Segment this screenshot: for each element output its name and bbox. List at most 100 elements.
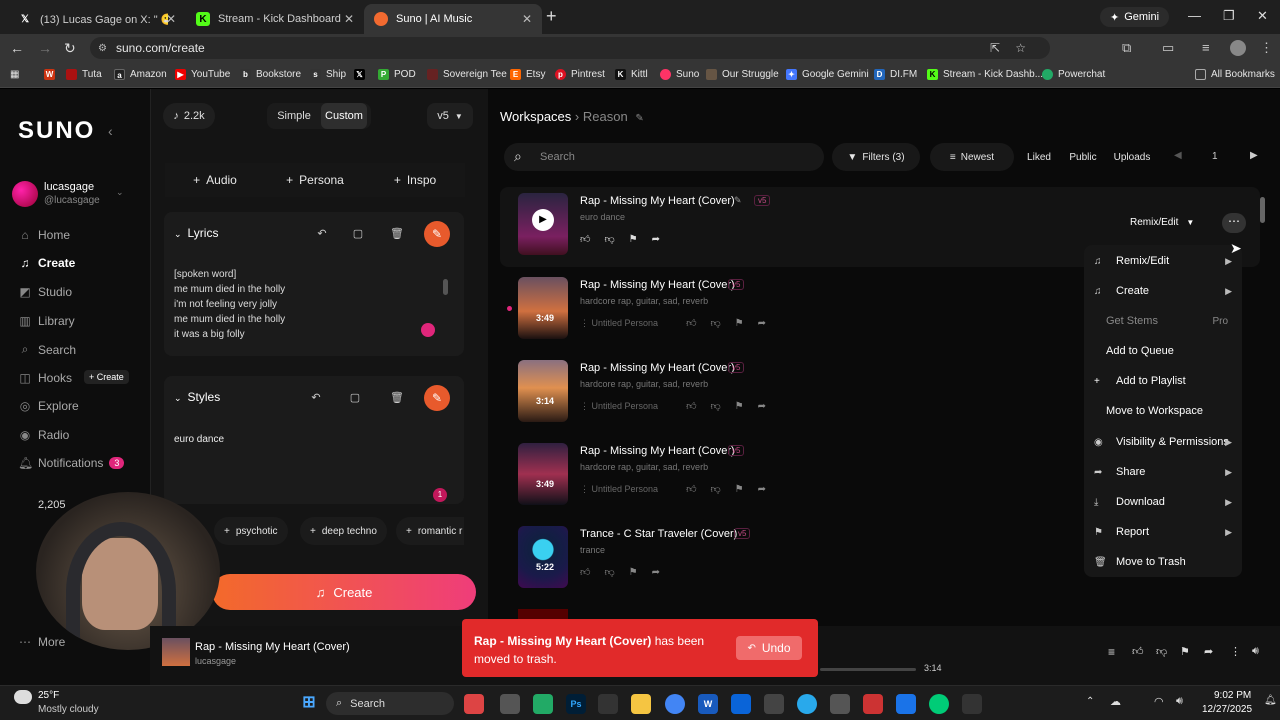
thumbs-up-icon[interactable]: 👍︎ [686,483,696,495]
forward-icon[interactable]: → [38,40,52,56]
browser-tab-kick[interactable]: K Stream - Kick Dashboard ✕ [186,4,364,34]
song-title[interactable]: Rap - Missing My Heart (Cover) [580,362,735,374]
menu-item-visibility[interactable]: ◉ Visibility & Permissions ▶ [1084,427,1242,457]
calculator-icon[interactable] [533,694,553,714]
site-info-icon[interactable]: ⚙ [98,43,107,54]
persona-link[interactable]: ⋮ Untitled Persona [580,484,672,495]
sidebar-item-more[interactable]: ⋯ More [18,635,65,649]
app-icon[interactable] [962,694,982,714]
bookmark-difm[interactable]: D DI.FM [874,69,917,80]
avatar[interactable] [12,181,38,207]
thumbs-up-icon[interactable]: 👍︎ [580,233,590,245]
back-icon[interactable]: ← [10,40,24,56]
wifi-icon[interactable]: ◠ [1154,695,1164,708]
maximize-icon[interactable]: ❐ [1223,8,1235,24]
liked-filter[interactable]: Liked [1020,143,1058,171]
pin-icon[interactable]: ⚑ [735,484,744,495]
trash-icon[interactable]: 🗑︎ [385,222,409,246]
mode-custom-button[interactable]: Custom [321,103,367,129]
bookmark-kick[interactable]: K Stream - Kick Dashb... [927,69,1043,80]
sidebar-item-notifications[interactable]: 🔔︎ Notifications 3 [18,456,125,470]
trash-icon[interactable]: 🗑︎ [385,386,409,410]
list-scrollbar[interactable] [1260,197,1265,223]
grammarly-icon[interactable] [421,323,435,337]
share-icon[interactable]: ➦ [652,567,660,578]
filters-button[interactable]: ▼ Filters (3) [832,143,920,171]
thumbs-up-icon[interactable]: 👍︎ [686,400,696,412]
taskbar-search[interactable]: ⌕ Search [326,692,454,715]
undo-icon[interactable]: ↶ [304,386,328,410]
apps-grid-icon[interactable]: ▦ [10,69,19,80]
undo-button[interactable]: ↶ Undo [736,636,802,660]
notepad-icon[interactable] [764,694,784,714]
thumbs-down-icon[interactable]: 👎︎ [711,400,721,412]
menu-item-download[interactable]: ⤓ Download ▶ [1084,487,1242,517]
volume-icon[interactable]: 🔊︎ [1252,645,1259,658]
bookmark-ship[interactable]: s Ship [310,69,346,80]
gemini-button[interactable]: ✦ Gemini [1100,7,1170,27]
share-icon[interactable]: ➦ [652,234,660,245]
menu-item-share[interactable]: ➦ Share ▶ [1084,457,1242,487]
share-icon[interactable]: ➦ [1204,645,1213,658]
weather-icon[interactable] [14,690,32,704]
chrome-menu-icon[interactable]: ⋮ [1260,40,1273,56]
close-tab-icon[interactable]: ✕ [344,12,354,26]
thumbs-down-icon[interactable]: 👎︎ [711,317,721,329]
browser-tab-suno[interactable]: Suno | AI Music ✕ [364,4,542,34]
thumbs-up-icon[interactable]: 👍︎ [580,566,590,578]
more-options-icon[interactable]: ⋮ [1230,645,1241,658]
tray-chevron-icon[interactable]: ⌃ [1086,696,1094,707]
lyrics-scrollbar[interactable] [443,279,448,295]
credits-pill[interactable]: ♪ 2.2k [163,103,215,129]
persona-link[interactable]: ⋮ Untitled Persona [580,318,672,329]
persona-link[interactable]: ⋮ Untitled Persona [580,401,672,412]
create-button[interactable]: ♫ Create [212,574,476,610]
suno-logo[interactable]: SUNO [18,117,95,145]
menu-item-move-to-trash[interactable]: 🗑︎ Move to Trash [1084,547,1242,577]
sidebar-item-create[interactable]: ♫ Create [18,256,76,270]
sidebar-item-hooks[interactable]: ◫ Hooks [18,371,72,385]
pin-icon[interactable]: ⚑ [629,234,638,245]
menu-item-create[interactable]: ♫ Create ▶ [1084,276,1242,306]
style-tag[interactable]: + deep techno [300,517,387,545]
thumbs-down-icon[interactable]: 👎︎ [1156,645,1167,658]
profile-avatar[interactable] [1230,40,1246,56]
bookmark-sovereign-tee[interactable]: Sovereign Tee [427,69,507,80]
copy-icon[interactable]: ▢ [346,222,370,246]
app-icon[interactable] [830,694,850,714]
minimize-icon[interactable]: — [1188,8,1201,23]
remix-edit-button[interactable]: Remix/Edit ▼ [1130,217,1194,228]
bookmark-youtube[interactable]: ▶ YouTube [175,69,230,80]
menu-item-add-to-queue[interactable]: Add to Queue [1084,336,1242,366]
share-icon[interactable]: ➦ [758,401,766,412]
onedrive-icon[interactable]: ☁ [1110,695,1121,708]
all-bookmarks[interactable]: All Bookmarks [1195,69,1275,80]
install-app-icon[interactable]: ⇱ [990,41,1000,55]
undo-icon[interactable]: ↶ [310,222,334,246]
menu-item-report[interactable]: ⚑ Report ▶ [1084,517,1242,547]
thumbs-down-icon[interactable]: 👎︎ [711,483,721,495]
sidebar-item-library[interactable]: ▥ Library [18,314,74,328]
thumbs-down-icon[interactable]: 👎︎ [604,566,614,578]
thumbs-up-icon[interactable]: 👍︎ [1132,645,1144,658]
account-chevron-icon[interactable]: ⌄ [116,187,124,198]
play-icon[interactable]: ▶ [532,209,554,231]
outlook-icon[interactable] [731,694,751,714]
bookmark-pod[interactable]: P POD [378,69,416,80]
lyrics-line[interactable]: me mum died in the holly [174,314,285,325]
sidebar-item-studio[interactable]: ◩ Studio [18,285,72,299]
edit-pencil-icon[interactable]: ✎ [734,195,742,206]
close-tab-icon[interactable]: ✕ [522,12,532,26]
app-icon[interactable] [896,694,916,714]
search-input[interactable]: Search [504,143,824,171]
copy-icon[interactable]: ▢ [343,386,367,410]
volume-icon[interactable]: 🔊︎ [1176,695,1183,708]
share-icon[interactable]: ➦ [758,318,766,329]
styles-header[interactable]: ⌄ Styles [174,390,220,404]
more-options-icon[interactable]: ⋯ [1222,213,1246,233]
song-title[interactable]: Rap - Missing My Heart (Cover) [580,279,735,291]
mode-simple-button[interactable]: Simple [271,103,317,129]
bookmark-bookstore[interactable]: b Bookstore [240,69,301,80]
app-icon[interactable] [464,694,484,714]
extensions-icon[interactable]: ⧉ [1122,40,1131,56]
